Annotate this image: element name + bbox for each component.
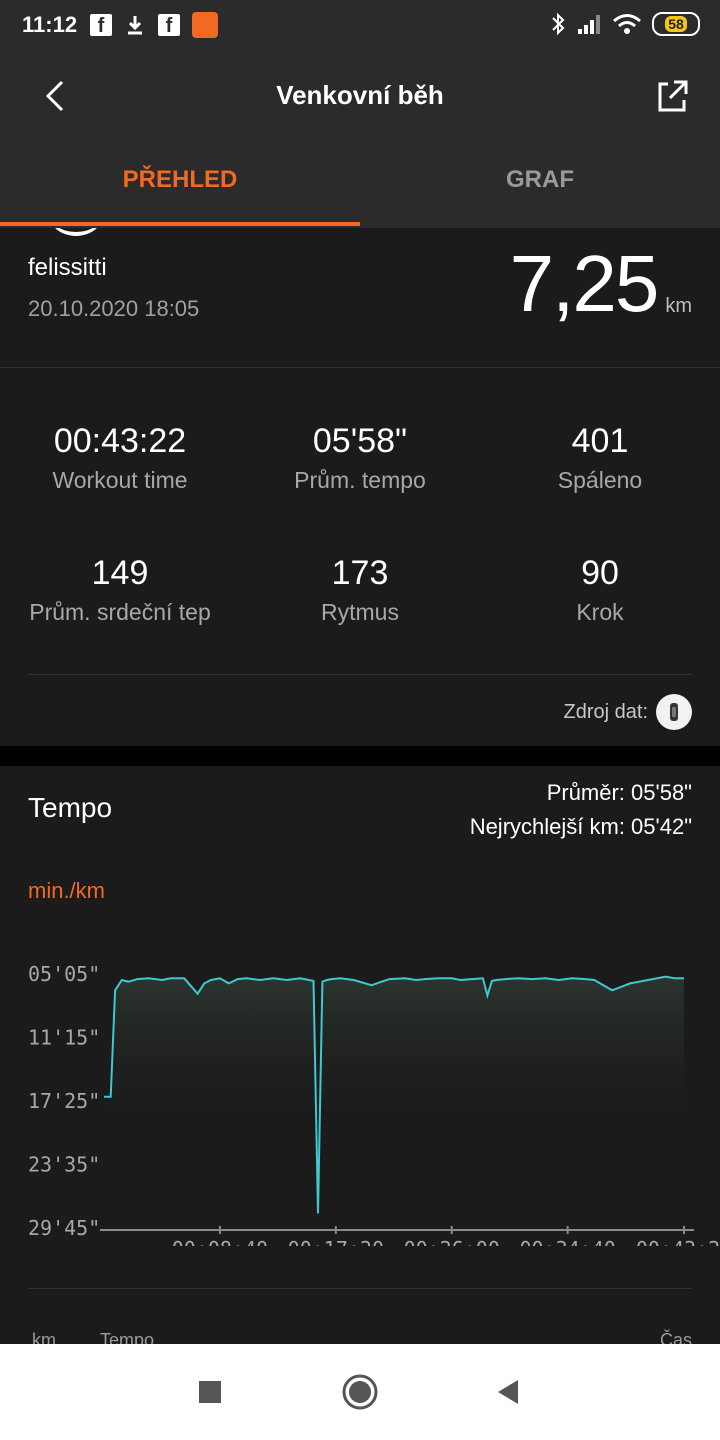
y-tick-label: 23'35" [28, 1153, 100, 1177]
mi-fit-icon [192, 12, 218, 38]
stat-workout-time: 00:43:22 Workout time [0, 422, 240, 494]
stat-stride: 90 Krok [480, 554, 720, 626]
tab-overview[interactable]: PŘEHLED [0, 166, 360, 228]
tempo-fastest-km: Nejrychlejší km: 05'42" [469, 814, 692, 839]
status-right: 58 [550, 12, 700, 36]
tempo-card: Tempo Průměr: 05'58" Nejrychlejší km: 05… [0, 766, 720, 1346]
divider [28, 674, 692, 675]
tempo-title: Tempo [28, 792, 113, 823]
stat-label: Krok [576, 599, 624, 625]
stat-label: Prům. tempo [294, 467, 426, 493]
stat-value: 401 [571, 422, 629, 460]
back-nav-button[interactable] [486, 1370, 530, 1414]
x-tick-label: 00:26:00 [404, 1237, 500, 1246]
stat-cadence: 173 Rytmus [240, 554, 480, 626]
x-tick-label: 00:34:40 [519, 1237, 615, 1246]
tempo-unit: min./km [28, 878, 105, 903]
tempo-area [104, 976, 684, 1228]
tab-graph[interactable]: GRAF [360, 166, 720, 228]
distance-value: 7,25 [509, 239, 660, 328]
home-button[interactable] [338, 1370, 382, 1414]
section-gap [0, 746, 720, 766]
data-source-label: Zdroj dat: [563, 700, 648, 723]
status-bar: 11:12 f f 58 [0, 0, 720, 52]
wifi-icon [613, 14, 641, 34]
tab-indicator [0, 222, 360, 226]
battery-level: 58 [665, 16, 687, 32]
divider [0, 367, 720, 368]
workout-datetime: 20.10.2020 18:05 [28, 296, 200, 321]
recents-button[interactable] [188, 1370, 232, 1414]
data-source[interactable]: Zdroj dat: [564, 694, 692, 730]
stat-avg-heart-rate: 149 Prům. srdeční tep [0, 554, 240, 626]
download-icon [128, 16, 142, 35]
bluetooth-icon [552, 12, 565, 36]
divider [28, 1288, 692, 1289]
distance-unit: km [665, 295, 692, 317]
stat-label: Workout time [52, 467, 188, 493]
app-bar: Venkovní běh PŘEHLED GRAF [0, 52, 720, 228]
status-time: 11:12 [22, 12, 78, 37]
screen: 11:12 f f 58 Venkovní běh PŘEHLED GRAF f… [0, 0, 720, 1440]
y-tick-label: 17'25" [28, 1089, 100, 1113]
signal-icon [578, 15, 600, 34]
avatar [48, 228, 104, 236]
stat-value: 00:43:22 [53, 422, 187, 460]
y-tick-label: 29'45" [28, 1216, 100, 1240]
stat-value: 173 [331, 554, 389, 592]
band-icon [656, 694, 692, 730]
battery-icon: 58 [652, 12, 700, 36]
tempo-average: Průměr: 05'58" [546, 780, 692, 805]
y-tick-label: 11'15" [28, 1026, 100, 1050]
facebook-icon: f [90, 14, 112, 37]
stat-value: 90 [581, 554, 619, 592]
username: felissitti [28, 254, 107, 281]
stat-value: 05'58" [312, 422, 408, 460]
x-tick-label: 00:17:20 [288, 1237, 384, 1246]
share-button[interactable] [652, 76, 692, 116]
x-tick-label: 00:43:22 [636, 1237, 720, 1246]
stat-label: Rytmus [321, 599, 399, 625]
stat-label: Spáleno [557, 467, 643, 493]
stat-value: 149 [91, 554, 149, 592]
stat-calories: 401 Spáleno [480, 422, 720, 494]
facebook-icon: f [158, 14, 180, 37]
summary-card: felissitti 20.10.2020 18:05 7,25 km 00:4… [0, 228, 720, 746]
stat-label: Prům. srdeční tep [29, 599, 211, 625]
page-title: Venkovní běh [276, 80, 444, 110]
distance: 7,25 km [510, 242, 692, 326]
y-tick-label: 05'05" [28, 962, 100, 986]
x-tick-label: 00:08:40 [172, 1237, 268, 1246]
tempo-chart: 05'05" 11'15" 17'25" 23'35" 29'45" 00:08:40 00… [28, 962, 720, 1246]
system-nav-bar [0, 1344, 720, 1440]
stat-avg-pace: 05'58" Prům. tempo [240, 422, 480, 494]
notification-icons: f f [90, 12, 218, 38]
